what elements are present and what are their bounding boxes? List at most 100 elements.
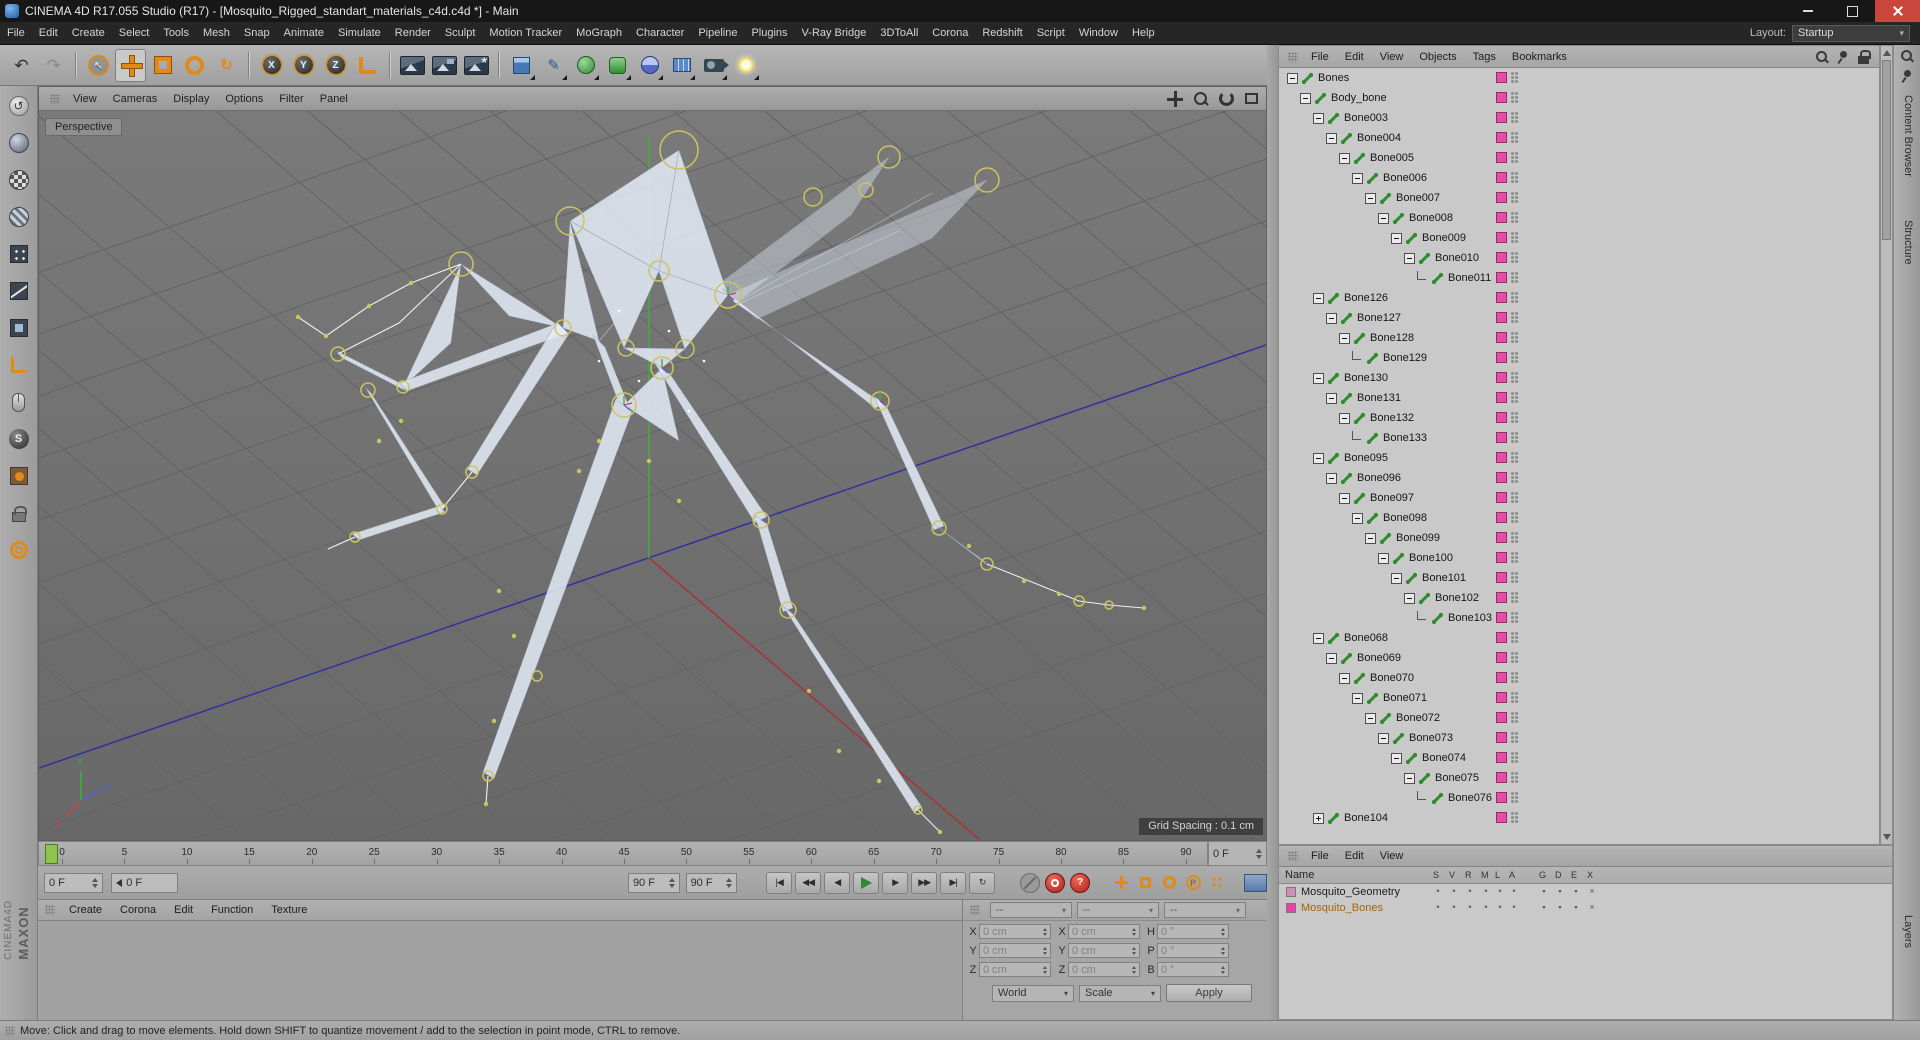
tree-row[interactable]: Bone004 bbox=[1279, 128, 1879, 148]
rotate-view-icon[interactable] bbox=[1219, 91, 1234, 106]
layer-color-tag[interactable] bbox=[1496, 272, 1507, 283]
add-generator-button[interactable] bbox=[570, 49, 601, 82]
panel-splitter[interactable] bbox=[1267, 45, 1278, 1020]
lock-x-button[interactable]: X bbox=[256, 49, 287, 82]
object-name[interactable]: Bone129 bbox=[1383, 352, 1427, 364]
layer-name[interactable]: Mosquito_Bones bbox=[1301, 902, 1383, 914]
visibility-dots-icon[interactable] bbox=[1511, 652, 1518, 663]
viewport-menu-view[interactable]: View bbox=[65, 87, 105, 111]
visibility-dots-icon[interactable] bbox=[1511, 472, 1518, 483]
panel-drag-handle[interactable] bbox=[5, 1025, 15, 1036]
toggle-view-icon[interactable] bbox=[1245, 93, 1258, 104]
menu-item-render[interactable]: Render bbox=[388, 22, 438, 45]
visibility-dots-icon[interactable] bbox=[1511, 552, 1518, 563]
object-name[interactable]: Bone133 bbox=[1383, 432, 1427, 444]
timeline-ruler[interactable]: 0 5 10 15 20 25 30 35 40 45 50 55 60 65 70 75 80 85 90 bbox=[38, 841, 1208, 866]
tree-row[interactable]: Bone003 bbox=[1279, 108, 1879, 128]
menu-item-character[interactable]: Character bbox=[629, 22, 691, 45]
rotation-value-field[interactable]: 0 ° bbox=[1157, 943, 1229, 958]
layer-color-tag[interactable] bbox=[1496, 372, 1507, 383]
position-value-field[interactable]: 0 cm bbox=[979, 924, 1051, 939]
layer-color-tag[interactable] bbox=[1496, 732, 1507, 743]
layer-toggle-g[interactable]: ▪ bbox=[1539, 902, 1549, 912]
tree-expander-icon[interactable] bbox=[1326, 312, 1337, 324]
timeline-playhead[interactable] bbox=[45, 844, 58, 864]
visibility-dots-icon[interactable] bbox=[1511, 332, 1518, 343]
visibility-dots-icon[interactable] bbox=[1511, 732, 1518, 743]
tree-expander-icon[interactable] bbox=[1391, 232, 1402, 244]
layer-color-tag[interactable] bbox=[1496, 652, 1507, 663]
object-name[interactable]: Bone102 bbox=[1435, 592, 1479, 604]
tree-row[interactable]: Bone100 bbox=[1279, 548, 1879, 568]
menu-item-window[interactable]: Window bbox=[1072, 22, 1125, 45]
undo-button[interactable]: ↶ bbox=[6, 49, 37, 82]
key-rotation-button[interactable] bbox=[1158, 872, 1180, 894]
edges-mode-button[interactable] bbox=[4, 276, 34, 306]
enable-axis-button[interactable] bbox=[4, 350, 34, 380]
tree-expander-icon[interactable] bbox=[1352, 692, 1363, 704]
tree-expander-icon[interactable] bbox=[1326, 392, 1337, 404]
tree-row[interactable]: Bone011 bbox=[1279, 268, 1879, 288]
object-name[interactable]: Bone070 bbox=[1370, 672, 1414, 684]
lock-icon[interactable] bbox=[1857, 49, 1871, 64]
layer-toggle-e[interactable]: ▪ bbox=[1571, 886, 1581, 896]
spring-tool-button[interactable] bbox=[4, 535, 34, 565]
om-menu-bookmarks[interactable]: Bookmarks bbox=[1504, 46, 1575, 68]
menu-item-edit[interactable]: Edit bbox=[32, 22, 65, 45]
object-name[interactable]: Bone095 bbox=[1344, 452, 1388, 464]
visibility-dots-icon[interactable] bbox=[1511, 112, 1518, 123]
object-name[interactable]: Bone098 bbox=[1383, 512, 1427, 524]
om-menu-objects[interactable]: Objects bbox=[1411, 46, 1464, 68]
layer-color-tag[interactable] bbox=[1496, 132, 1507, 143]
visibility-dots-icon[interactable] bbox=[1511, 272, 1518, 283]
next-frame-button[interactable]: ▶ bbox=[882, 871, 909, 894]
object-name[interactable]: Bone073 bbox=[1409, 732, 1453, 744]
layer-toggle-s[interactable]: • bbox=[1433, 886, 1443, 896]
tree-expander-icon[interactable] bbox=[1300, 92, 1311, 104]
layer-toggle-x[interactable]: × bbox=[1587, 902, 1597, 912]
tree-row[interactable]: Bone074 bbox=[1279, 748, 1879, 768]
stepper-icon[interactable] bbox=[1132, 927, 1136, 936]
object-name[interactable]: Bone101 bbox=[1422, 572, 1466, 584]
layer-color-tag[interactable] bbox=[1496, 412, 1507, 423]
menu-item-redshift[interactable]: Redshift bbox=[975, 22, 1029, 45]
last-tool-button[interactable]: ↻ bbox=[211, 49, 242, 82]
object-name[interactable]: Bone130 bbox=[1344, 372, 1388, 384]
visibility-dots-icon[interactable] bbox=[1511, 412, 1518, 423]
menu-item-tools[interactable]: Tools bbox=[156, 22, 196, 45]
object-name[interactable]: Bone131 bbox=[1357, 392, 1401, 404]
restore-icon[interactable] bbox=[1830, 0, 1875, 22]
add-environment-button[interactable] bbox=[634, 49, 665, 82]
layer-toggle-r[interactable]: • bbox=[1465, 886, 1475, 896]
layer-toggle-l[interactable]: • bbox=[1495, 886, 1505, 896]
layer-color-tag[interactable] bbox=[1496, 112, 1507, 123]
viewport-menu-filter[interactable]: Filter bbox=[271, 87, 311, 111]
mouse-mode-button[interactable] bbox=[4, 387, 34, 417]
snap-button[interactable]: S bbox=[4, 424, 34, 454]
layer-toggle-a[interactable]: • bbox=[1509, 902, 1519, 912]
add-spline-button[interactable]: ✎ bbox=[538, 49, 569, 82]
object-name[interactable]: Bone099 bbox=[1396, 532, 1440, 544]
tree-expander-icon[interactable] bbox=[1339, 152, 1350, 164]
tree-row[interactable]: Bone068 bbox=[1279, 628, 1879, 648]
rotation-value-field[interactable]: 0 ° bbox=[1157, 962, 1229, 977]
object-manager-scrollbar[interactable] bbox=[1880, 45, 1893, 845]
tree-row[interactable]: Bone126 bbox=[1279, 288, 1879, 308]
layer-color-tag[interactable] bbox=[1496, 492, 1507, 503]
layer-color-tag[interactable] bbox=[1496, 392, 1507, 403]
layer-color-tag[interactable] bbox=[1496, 812, 1507, 823]
tree-row[interactable]: Bone102 bbox=[1279, 588, 1879, 608]
tree-row[interactable]: Bone131 bbox=[1279, 388, 1879, 408]
layer-toggle-m[interactable]: • bbox=[1481, 886, 1491, 896]
object-name[interactable]: Bone069 bbox=[1357, 652, 1401, 664]
layer-toggle-d[interactable]: ▪ bbox=[1555, 902, 1565, 912]
points-mode-button[interactable] bbox=[4, 239, 34, 269]
viewport-menu-panel[interactable]: Panel bbox=[312, 87, 356, 111]
add-instance-button[interactable] bbox=[666, 49, 697, 82]
tab-structure[interactable]: Structure bbox=[1902, 220, 1914, 265]
tree-row[interactable]: Bone010 bbox=[1279, 248, 1879, 268]
tree-expander-icon[interactable] bbox=[1378, 212, 1389, 224]
scroll-up-icon[interactable] bbox=[1883, 50, 1891, 56]
render-settings-button[interactable] bbox=[461, 49, 492, 82]
tree-row[interactable]: Bone006 bbox=[1279, 168, 1879, 188]
